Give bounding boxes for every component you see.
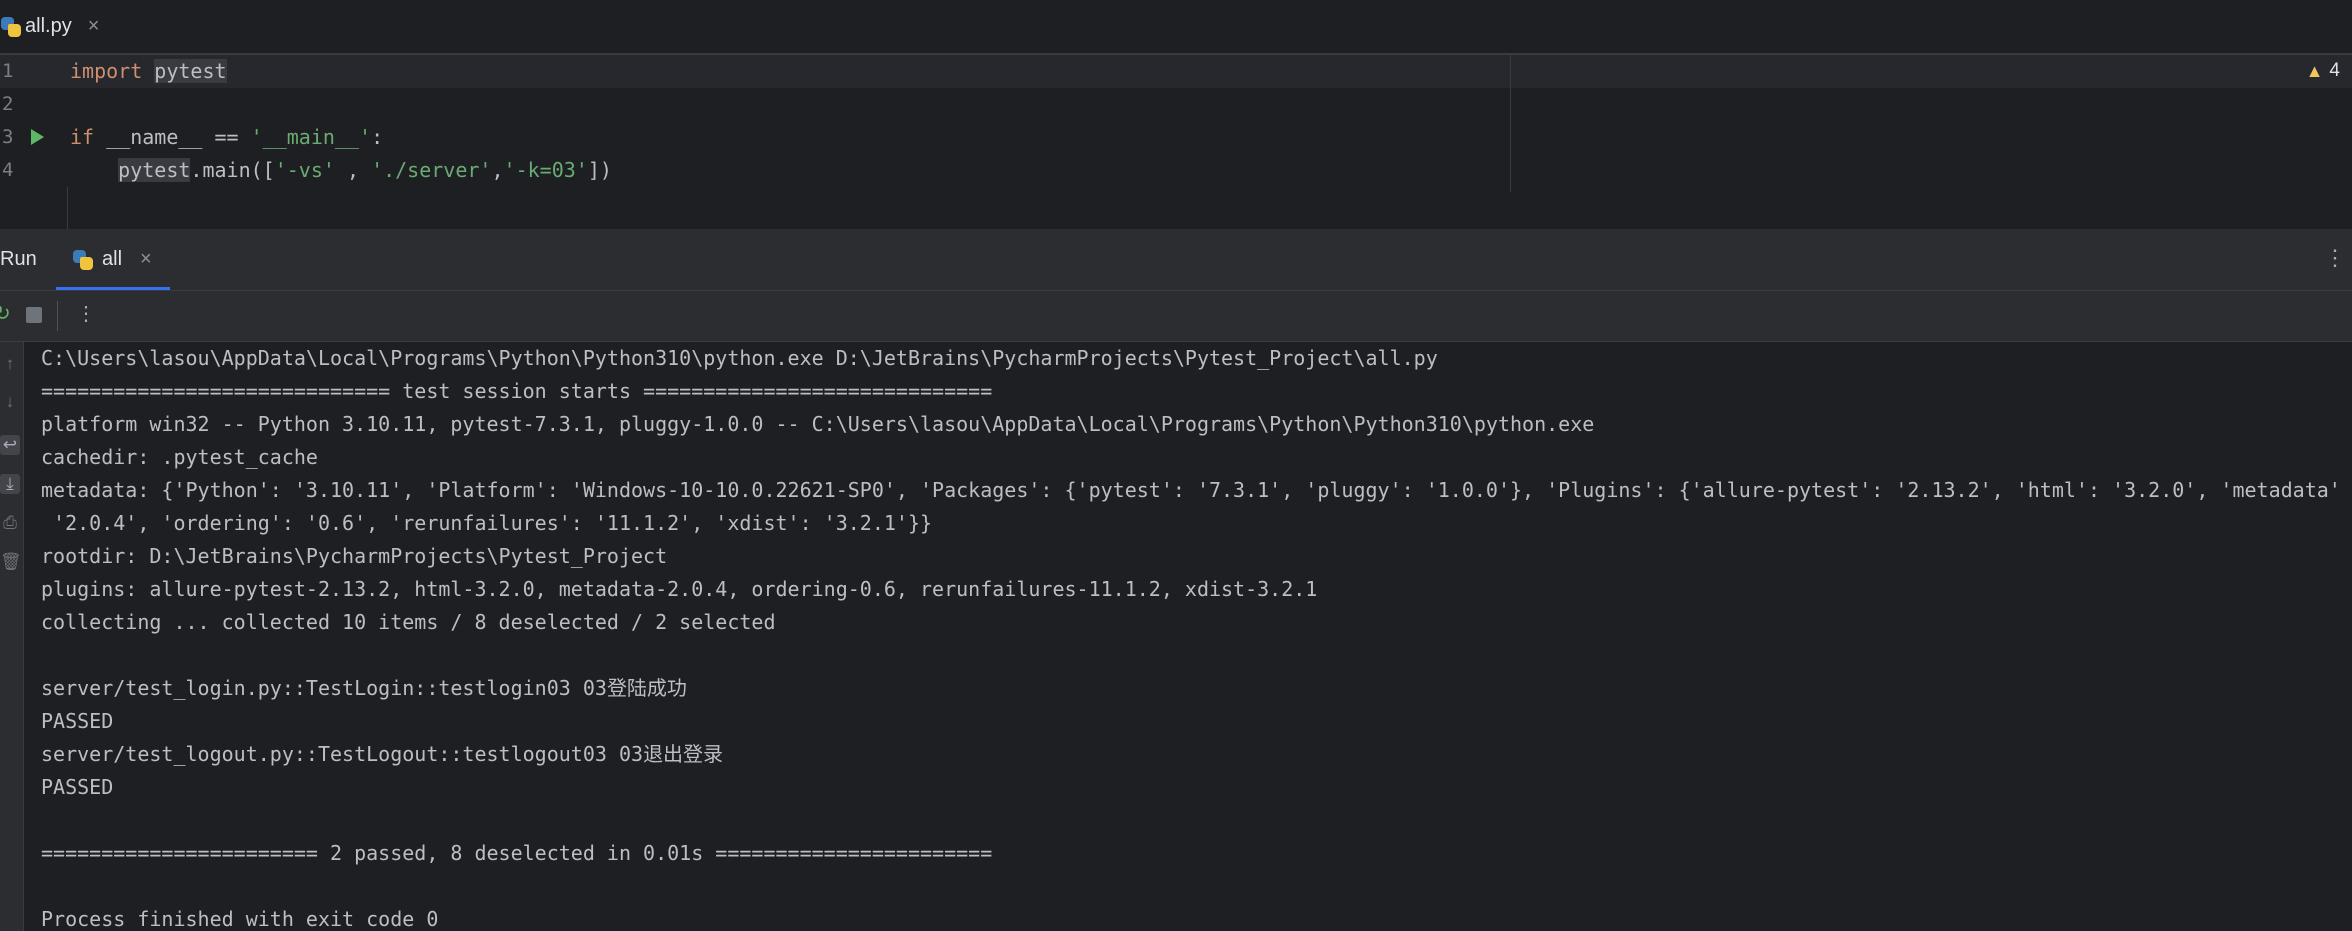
code-token: pytest (154, 59, 227, 83)
code-token: if (70, 125, 95, 149)
console-line: collecting ... collected 10 items / 8 de… (41, 610, 776, 634)
console-line: ======================= 2 passed, 8 dese… (41, 841, 993, 865)
toolbar-more-icon[interactable]: ⋮ (76, 301, 96, 326)
console-line: PASSED (41, 775, 114, 799)
code-token: : (371, 125, 384, 149)
python-file-icon (0, 16, 22, 38)
code-text: pytest.main(['-vs' , './server','-k=03']… (70, 154, 612, 187)
run-gutter-icon[interactable] (31, 129, 44, 145)
console-line: server/test_login.py::TestLogin::testlog… (41, 676, 687, 700)
console-line: metadata: {'Python': '3.10.11', 'Platfor… (41, 478, 2341, 502)
editor-tab-bar: all.py × (0, 0, 2352, 55)
console-line: platform win32 -- Python 3.10.11, pytest… (41, 412, 1595, 436)
scroll-up-icon[interactable]: ↑ (0, 354, 20, 374)
code-token: , (491, 158, 504, 182)
soft-wrap-icon[interactable]: ↩ (0, 435, 20, 455)
right-margin-guide (1510, 55, 1511, 192)
code-token: pytest (118, 158, 191, 182)
line-number: 4 (2, 159, 14, 181)
code-token: .main([ (190, 158, 275, 182)
scroll-to-end-icon[interactable]: ⤓ (0, 474, 20, 494)
code-text: if __name__ == '__main__': (70, 121, 383, 154)
python-run-config-icon (72, 249, 94, 271)
console-output[interactable]: C:\Users\lasou\AppData\Local\Programs\Py… (41, 342, 2341, 931)
clear-console-icon[interactable]: 🗑 (0, 552, 22, 572)
line-number: 2 (2, 93, 14, 115)
run-tab-label: all (102, 248, 123, 270)
warning-icon: ▲ (2305, 60, 2324, 81)
run-tab-all[interactable]: all × (56, 229, 170, 290)
code-token: '-vs' (274, 158, 335, 182)
console-line: Process finished with exit code 0 (41, 907, 439, 931)
console-side-toolbar: ↑ ↓ ↩ ⤓ ⎙ 🗑 (0, 342, 24, 931)
close-run-tab-icon[interactable]: × (140, 248, 152, 271)
warning-count: 4 (2329, 60, 2340, 81)
editor-tab-all-py[interactable]: all.py × (0, 0, 99, 53)
code-token: __name__ == (94, 125, 251, 149)
line-number: 3 (2, 126, 14, 148)
run-options-menu-icon[interactable]: ⋮ (2324, 245, 2346, 271)
close-tab-icon[interactable]: × (88, 15, 100, 38)
scroll-down-icon[interactable]: ↓ (0, 392, 20, 412)
code-line[interactable]: 4 pytest.main(['-vs' , './server','-k=03… (0, 154, 1510, 187)
code-token: './server' (371, 158, 492, 182)
rerun-icon[interactable]: ↻ (0, 301, 11, 326)
run-tool-window-header: Run all × ⋮ (0, 229, 2352, 291)
code-token: ]) (587, 158, 612, 182)
console-line: ============================= test sessi… (41, 379, 993, 403)
console-line: server/test_logout.py::TestLogout::testl… (41, 742, 724, 766)
console-line: cachedir: .pytest_cache (41, 445, 318, 469)
console-line: PASSED (41, 709, 114, 733)
run-toolbar: ↻ ⋮ (0, 291, 2352, 342)
inspection-widget[interactable]: ▲ 4 (2306, 60, 2340, 82)
code-line[interactable]: 2 (0, 88, 1510, 121)
line-number: 1 (2, 60, 14, 82)
console-line: rootdir: D:\JetBrains\PycharmProjects\Py… (41, 544, 668, 568)
active-tab-indicator (56, 287, 170, 290)
editor-tab-title: all.py (25, 15, 72, 37)
toolbar-separator (57, 301, 58, 331)
console-line: plugins: allure-pytest-2.13.2, html-3.2.… (41, 577, 1318, 601)
code-token: '-k=03' (503, 158, 588, 182)
code-editor[interactable]: 1 import pytest 2 3 if __name__ == '__main__… (0, 55, 2352, 247)
run-tool-window-title: Run (0, 248, 37, 270)
code-token: , (334, 158, 372, 182)
stop-icon[interactable] (26, 307, 42, 323)
code-token: '__main__' (250, 125, 372, 149)
code-token: import (70, 59, 143, 83)
console-line: '2.0.4', 'ordering': '0.6', 'rerunfailur… (41, 511, 933, 535)
code-line[interactable]: 3 if __name__ == '__main__': (0, 121, 1510, 154)
console-line: C:\Users\lasou\AppData\Local\Programs\Py… (41, 346, 1438, 370)
code-line[interactable]: 1 import pytest (0, 55, 1510, 88)
code-text: import pytest (70, 55, 227, 88)
print-icon[interactable]: ⎙ (0, 513, 20, 533)
